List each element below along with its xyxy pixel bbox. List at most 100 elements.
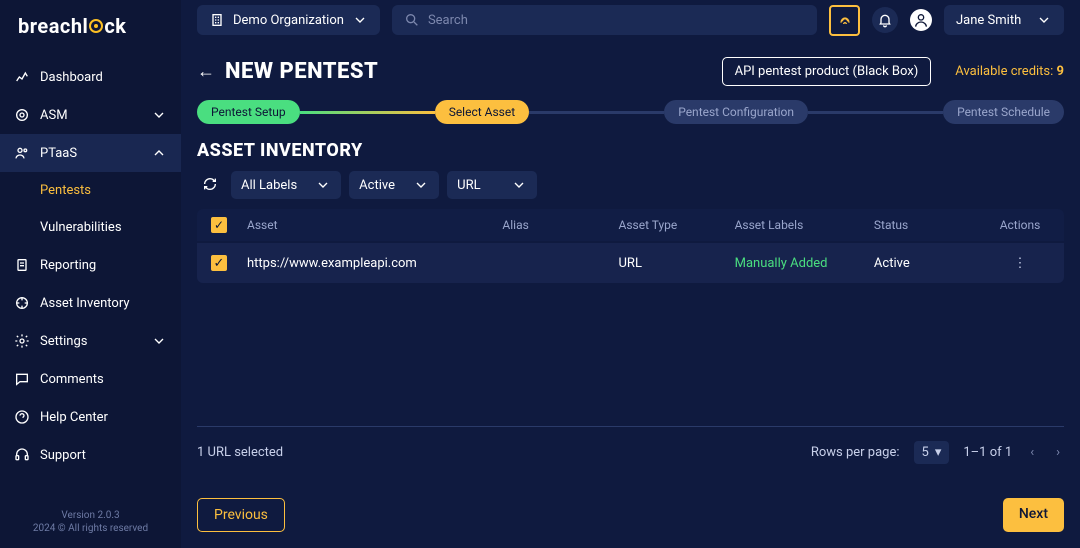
- org-selector[interactable]: Demo Organization: [197, 5, 380, 35]
- row-actions-button[interactable]: ⋮: [1014, 256, 1027, 271]
- sidebar-item-label: Vulnerabilities: [40, 220, 122, 235]
- sidebar-sub-pentests[interactable]: Pentests: [0, 172, 181, 209]
- document-icon: [14, 257, 30, 273]
- previous-button[interactable]: Previous: [197, 498, 285, 532]
- cell-status: Active: [874, 256, 990, 271]
- refresh-icon: [202, 176, 218, 192]
- filter-labels[interactable]: All Labels: [231, 171, 341, 199]
- chevron-down-icon: [151, 107, 167, 123]
- asset-table: ✓ Asset Alias Asset Type Asset Labels St…: [197, 209, 1064, 283]
- step-connector: [529, 111, 664, 114]
- chevron-down-icon: [511, 177, 527, 193]
- col-asset: Asset: [247, 218, 502, 232]
- search-icon: [404, 12, 420, 28]
- org-name: Demo Organization: [233, 13, 344, 28]
- chevron-down-icon: [315, 177, 331, 193]
- table-header: ✓ Asset Alias Asset Type Asset Labels St…: [197, 209, 1064, 243]
- rows-per-page-label: Rows per page:: [811, 445, 900, 460]
- step-pentest-setup[interactable]: Pentest Setup: [197, 100, 300, 124]
- table-footer: 1 URL selected Rows per page: 5 ▾ 1–1 of…: [197, 426, 1064, 478]
- sidebar-item-reporting[interactable]: Reporting: [0, 246, 181, 284]
- avatar: [910, 9, 932, 31]
- next-page-button[interactable]: ›: [1052, 443, 1064, 462]
- chevron-down-icon: [1036, 12, 1052, 28]
- col-type: Asset Type: [619, 218, 735, 232]
- sidebar-item-label: Support: [40, 448, 86, 463]
- step-select-asset[interactable]: Select Asset: [435, 100, 529, 124]
- nav: Dashboard ASM PTaaS Pentests Vulnerabili…: [0, 50, 181, 496]
- chevron-down-icon: ▾: [935, 445, 942, 460]
- step-connector: [808, 111, 943, 114]
- sidebar-item-label: Dashboard: [40, 70, 103, 85]
- notifications-button[interactable]: [872, 7, 898, 33]
- table-row: ✓ https://www.exampleapi.com URL Manuall…: [197, 243, 1064, 283]
- sidebar-item-comments[interactable]: Comments: [0, 360, 181, 398]
- step-pentest-configuration[interactable]: Pentest Configuration: [664, 100, 808, 124]
- col-actions: Actions: [990, 218, 1050, 232]
- sidebar-item-dashboard[interactable]: Dashboard: [0, 58, 181, 96]
- user-name: Jane Smith: [956, 13, 1021, 28]
- col-labels: Asset Labels: [735, 218, 874, 232]
- bar-chart-icon: [14, 69, 30, 85]
- filter-type[interactable]: URL: [447, 171, 537, 199]
- next-button[interactable]: Next: [1003, 498, 1064, 532]
- step-pentest-schedule[interactable]: Pentest Schedule: [943, 100, 1064, 124]
- user-icon: [913, 12, 929, 28]
- user-menu[interactable]: Jane Smith: [944, 5, 1064, 35]
- sidebar-item-label: Settings: [40, 334, 87, 349]
- sidebar-item-support[interactable]: Support: [0, 436, 181, 474]
- headset-icon: [14, 447, 30, 463]
- search-wrap: [392, 5, 817, 35]
- chevron-down-icon: [413, 177, 429, 193]
- copyright-text: 2024 © All rights reserved: [12, 523, 169, 534]
- wizard-actions: Previous Next: [197, 498, 1064, 532]
- brand-logo: breachlck: [0, 0, 181, 50]
- section-heading: ASSET INVENTORY: [197, 140, 1064, 161]
- sidebar-footer: Version 2.0.3 2024 © All rights reserved: [0, 496, 181, 548]
- cell-label: Manually Added: [735, 256, 874, 271]
- select-all-checkbox[interactable]: ✓: [211, 217, 227, 233]
- credits: Available credits: 9: [955, 64, 1064, 79]
- bell-icon: [877, 12, 893, 28]
- chevron-down-icon: [352, 12, 368, 28]
- gear-icon: [14, 333, 30, 349]
- filter-status[interactable]: Active: [349, 171, 439, 199]
- target-icon: [14, 107, 30, 123]
- sidebar-item-label: PTaaS: [40, 146, 77, 161]
- sidebar-item-asset-inventory[interactable]: Asset Inventory: [0, 284, 181, 322]
- topbar: Demo Organization Jane Smith: [181, 0, 1080, 41]
- sidebar-item-label: Asset Inventory: [40, 296, 129, 311]
- sidebar-item-help[interactable]: Help Center: [0, 398, 181, 436]
- sidebar: breachlck Dashboard ASM PTaaS Pentests V…: [0, 0, 181, 548]
- sidebar-item-ptaas[interactable]: PTaaS: [0, 134, 181, 172]
- crosshair-icon: [14, 295, 30, 311]
- page-title: NEW PENTEST: [225, 59, 378, 84]
- col-status: Status: [874, 218, 990, 232]
- stepper: Pentest Setup Select Asset Pentest Confi…: [197, 100, 1064, 124]
- content: ← NEW PENTEST API pentest product (Black…: [181, 41, 1080, 548]
- row-checkbox[interactable]: ✓: [211, 255, 227, 271]
- rows-per-page-select[interactable]: 5 ▾: [914, 441, 950, 464]
- sidebar-item-settings[interactable]: Settings: [0, 322, 181, 360]
- refresh-button[interactable]: [197, 171, 223, 197]
- sidebar-sub-vulnerabilities[interactable]: Vulnerabilities: [0, 209, 181, 246]
- sidebar-item-label: ASM: [40, 108, 68, 123]
- help-icon: [14, 409, 30, 425]
- fingerprint-scan-button[interactable]: [829, 5, 860, 36]
- building-icon: [209, 12, 225, 28]
- sidebar-item-asm[interactable]: ASM: [0, 96, 181, 134]
- chevron-down-icon: [151, 333, 167, 349]
- sidebar-item-label: Help Center: [40, 410, 108, 425]
- back-button[interactable]: ←: [197, 61, 215, 82]
- step-connector: [300, 111, 435, 114]
- page-header: ← NEW PENTEST API pentest product (Black…: [197, 57, 1064, 86]
- search-input[interactable]: [428, 13, 805, 28]
- main: Demo Organization Jane Smith ← NEW PENTE…: [181, 0, 1080, 548]
- sidebar-item-label: Reporting: [40, 258, 96, 273]
- sidebar-item-label: Pentests: [40, 183, 91, 198]
- product-badge: API pentest product (Black Box): [722, 57, 932, 86]
- users-icon: [14, 145, 30, 161]
- chat-icon: [14, 371, 30, 387]
- prev-page-button[interactable]: ‹: [1026, 443, 1038, 462]
- selection-count: 1 URL selected: [197, 445, 283, 460]
